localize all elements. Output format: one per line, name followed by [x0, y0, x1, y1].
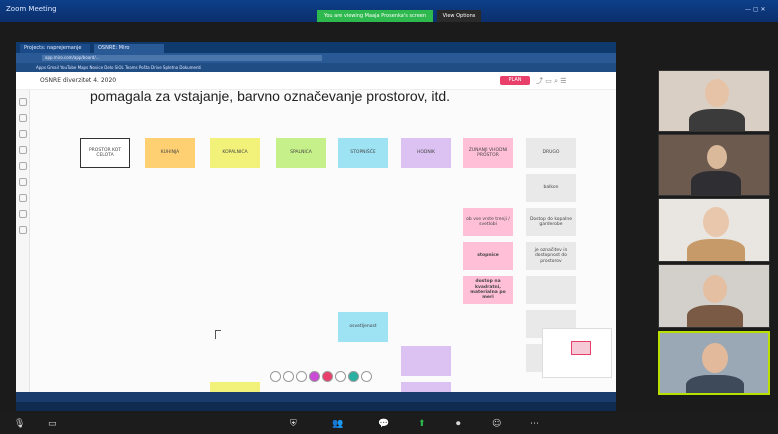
comment-tool-icon[interactable]	[19, 178, 27, 186]
participant-video[interactable]	[658, 198, 770, 262]
minimap-viewport	[571, 341, 591, 355]
phone-icon[interactable]	[270, 371, 281, 382]
sticky-note-oznacitev[interactable]: je označitev in dostopnost do prostorov	[526, 242, 576, 270]
timer-icon[interactable]	[283, 371, 294, 382]
sticky-note-trenji[interactable]: ob vse vrste trenji / svetlobi	[463, 208, 513, 236]
downloads-bar	[16, 392, 616, 402]
sticky-note-empty[interactable]	[401, 382, 451, 392]
more-icon[interactable]: ⋯	[530, 419, 539, 429]
windows-taskbar	[16, 402, 616, 411]
miro-board-canvas[interactable]: pomagala za vstajanje, barvno označevanj…	[30, 90, 616, 392]
view-options-button[interactable]: View Options	[437, 10, 481, 22]
sticky-note-zunanji-vhod[interactable]: ZUNANJI VHODNI PROSTOR	[463, 138, 513, 168]
browser-tab[interactable]: Projects: naprejemanje	[20, 44, 90, 53]
participant-video[interactable]	[658, 70, 770, 132]
sticky-note-stopnisce[interactable]: STOPNIŠČE	[338, 138, 388, 168]
share-icon[interactable]	[322, 371, 333, 382]
select-tool-icon[interactable]	[19, 98, 27, 106]
sticky-note-empty[interactable]	[401, 346, 451, 376]
shape-tool-icon[interactable]	[19, 146, 27, 154]
sticky-note-empty[interactable]	[210, 382, 260, 392]
reactions-icon[interactable]: ☺	[492, 419, 501, 429]
window-controls-icon[interactable]: — ▢ ✕	[745, 6, 766, 13]
participant-video-active-speaker[interactable]	[658, 331, 770, 395]
participant-video[interactable]	[658, 264, 770, 328]
sticky-note-drugo[interactable]: DRUGO	[526, 138, 576, 168]
board-minimap[interactable]	[542, 328, 612, 378]
participant-body	[691, 171, 741, 195]
more-icon[interactable]	[361, 371, 372, 382]
sticky-note-osvetljenost[interactable]: osvetljenost	[338, 312, 388, 342]
participant-body	[689, 109, 745, 131]
shared-browser-window: Projects: naprejemanje OSNRE: Miro app.m…	[16, 42, 616, 426]
video-chat-icon[interactable]	[309, 371, 320, 382]
sticky-note-spalnica[interactable]: SPALNICA	[276, 138, 326, 168]
address-bar: app.miro.com/app/board/...	[16, 53, 616, 63]
video-icon[interactable]: ▭	[48, 419, 57, 429]
zoom-titlebar: Zoom Meeting You are viewing Maaja Prose…	[0, 0, 778, 22]
participant-face	[703, 207, 729, 237]
participant-body	[687, 239, 745, 261]
browser-tab-active[interactable]: OSNRE: Miro	[94, 44, 164, 53]
participant-video[interactable]	[658, 134, 770, 196]
mouse-cursor-icon	[215, 330, 221, 339]
text-tool-icon[interactable]	[19, 114, 27, 122]
mute-icon[interactable]: 🎙	[14, 419, 25, 429]
participants-icon[interactable]: 👥	[332, 419, 343, 429]
sticky-note-stopnice[interactable]: stopnice	[463, 242, 513, 270]
chat-icon[interactable]: 💬	[378, 419, 389, 429]
participant-body	[687, 305, 743, 327]
participant-face	[703, 275, 727, 303]
participant-body	[686, 375, 744, 393]
sticky-note-material[interactable]: dostop na kvadratni, materialna po meri	[463, 276, 513, 304]
sticky-note-tool-icon[interactable]	[19, 130, 27, 138]
browser-tab-bar: Projects: naprejemanje OSNRE: Miro	[16, 42, 616, 53]
sticky-note-hodnik[interactable]: HODNIK	[401, 138, 451, 168]
miro-top-toolbar: OSNRE diverzitet 4. 2020 PLAN ⤴ ▭ ⌕ ☰	[16, 72, 616, 90]
sticky-note-empty[interactable]	[526, 276, 576, 304]
bookmarks-bar[interactable]: Apps Gmail YouTube Maps Novice Delo SiOL…	[16, 63, 616, 72]
screen-share-banner: You are viewing Maaja Prosenka's screen	[317, 10, 433, 22]
miro-left-toolbar	[16, 90, 30, 426]
collaborators-icon[interactable]	[335, 371, 346, 382]
record-icon[interactable]: ⏺	[456, 419, 461, 429]
sticky-note-balkon[interactable]: balkon	[526, 174, 576, 202]
board-heading: pomagala za vstajanje, barvno označevanj…	[90, 90, 451, 104]
more-tools-icon[interactable]	[19, 226, 27, 234]
upload-tool-icon[interactable]	[19, 210, 27, 218]
emoji-icon[interactable]	[296, 371, 307, 382]
chat-icon[interactable]	[348, 371, 359, 382]
pen-tool-icon[interactable]	[19, 162, 27, 170]
sticky-note-kuhinja[interactable]: KUHINJA	[145, 138, 195, 168]
sticky-note-prostor[interactable]: PROSTOR KOT CELOTA	[80, 138, 130, 168]
frame-tool-icon[interactable]	[19, 194, 27, 202]
sticky-note-kopalnica[interactable]: KOPALNICA	[210, 138, 260, 168]
url-input[interactable]: app.miro.com/app/board/...	[42, 55, 322, 61]
participant-face	[702, 343, 728, 373]
zoom-meeting-controls: 🎙 ▭ ⛨ 👥 💬 ⬆ ⏺ ☺ ⋯	[0, 414, 778, 434]
board-name[interactable]: OSNRE diverzitet 4. 2020	[40, 77, 116, 84]
sticky-note-garderoba[interactable]: Dostop do kopalne garderobe	[526, 208, 576, 236]
participant-face	[707, 145, 727, 169]
participant-face	[705, 79, 729, 107]
collaboration-tools-icon[interactable]: ⤴ ▭ ⌕ ☰	[536, 76, 567, 86]
share-screen-icon[interactable]: ⬆	[418, 419, 426, 429]
security-icon[interactable]: ⛨	[290, 419, 297, 429]
plan-button[interactable]: PLAN	[500, 76, 530, 85]
zoom-window-title: Zoom Meeting	[6, 5, 57, 13]
